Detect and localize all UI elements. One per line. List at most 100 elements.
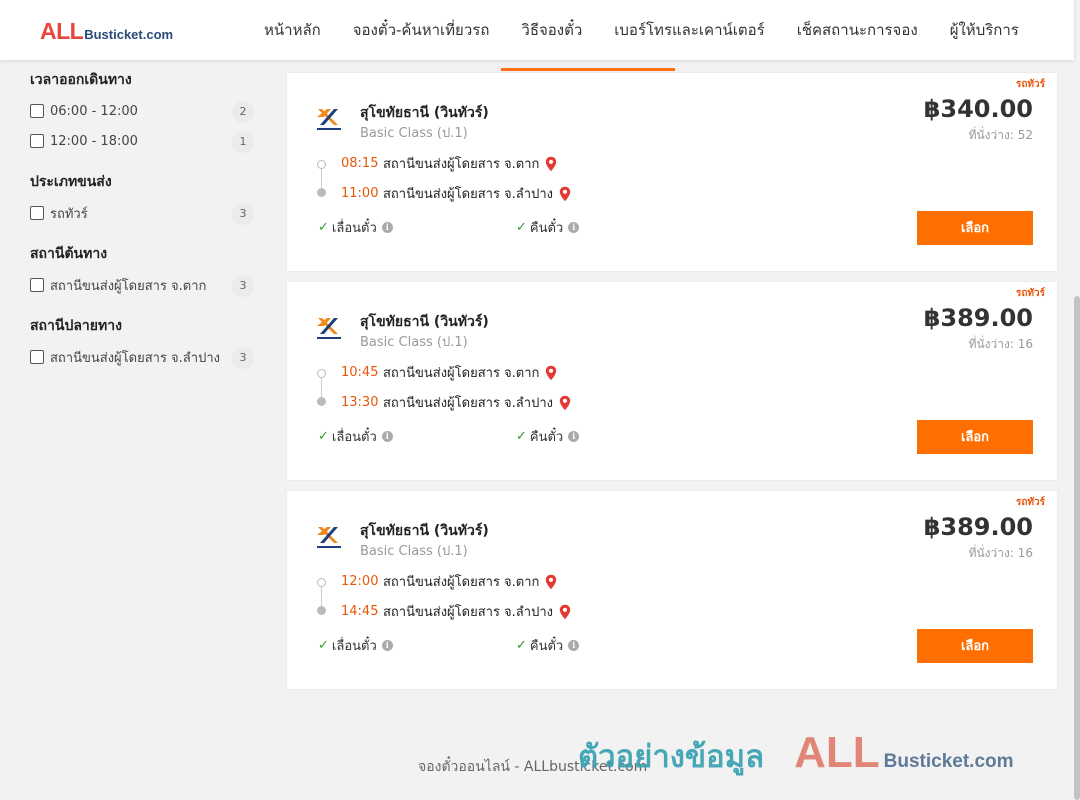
logo-primary: ALL — [40, 18, 84, 44]
arrival-station: สถานีขนส่งผู้โดยสาร จ.ลำปาง — [383, 605, 553, 620]
refund-policy: ✓ คืนตั๋ว i — [516, 426, 580, 447]
map-pin-icon[interactable] — [545, 365, 557, 381]
scrollbar-thumb[interactable] — [1074, 296, 1080, 800]
transport-type-label: รถทัวร์ — [1015, 288, 1045, 299]
filter-departure-time: เวลาออกเดินทาง 06:00 - 12:00 2 12:00 - 1… — [30, 68, 260, 156]
filter-title: สถานีปลายทาง — [30, 318, 122, 334]
info-icon[interactable]: i — [381, 640, 393, 651]
select-trip-button[interactable]: เลือก — [917, 211, 1033, 245]
departure-time: 12:00 — [341, 574, 379, 589]
map-pin-icon[interactable] — [559, 186, 571, 202]
info-icon[interactable]: i — [381, 431, 393, 442]
operator-name: สุโขทัยธานี (วินทัวร์) — [360, 105, 489, 121]
departure-station: สถานีขนส่งผู้โดยสาร จ.ตาก — [383, 157, 540, 172]
filter-origin-station: สถานีต้นทาง สถานีขนส่งผู้โดยสาร จ.ตาก 3 — [30, 242, 260, 300]
departure-dot — [317, 369, 326, 378]
map-pin-icon[interactable] — [545, 156, 557, 172]
refund-label: คืนตั๋ว — [529, 430, 564, 445]
nav-home[interactable]: หน้าหลัก — [248, 0, 337, 60]
checkbox[interactable] — [30, 278, 44, 292]
select-trip-button[interactable]: เลือก — [917, 420, 1033, 454]
count-badge: 3 — [232, 275, 254, 297]
watermark-logo-secondary: Busticket.com — [883, 751, 1014, 772]
refund-label: คืนตั๋ว — [529, 221, 564, 236]
checkbox[interactable] — [30, 350, 44, 364]
filter-option[interactable]: 06:00 - 12:00 2 — [30, 96, 260, 126]
reschedule-label: เลื่อนตั๋ว — [331, 221, 377, 236]
map-pin-icon[interactable] — [559, 395, 571, 411]
map-pin-icon[interactable] — [559, 604, 571, 620]
arrival-dot — [317, 188, 326, 197]
trip-card: รถทัวร์ สุโขทัยธานี (วินทัวร์) Basic Cla… — [286, 72, 1058, 272]
check-icon: ✓ — [318, 220, 329, 235]
departure-stop: 08:15 สถานีขนส่งผู้โดยสาร จ.ตาก — [341, 153, 557, 174]
info-icon[interactable]: i — [568, 431, 580, 442]
trip-list: รถทัวร์ สุโขทัยธานี (วินทัวร์) Basic Cla… — [286, 72, 1058, 699]
trip-card: รถทัวร์ สุโขทัยธานี (วินทัวร์) Basic Cla… — [286, 281, 1058, 481]
checkbox[interactable] — [30, 104, 44, 118]
watermark-text: ตัวอย่างข้อมูล — [578, 739, 765, 775]
reschedule-policy: ✓ เลื่อนตั๋ว i — [318, 635, 393, 656]
checkbox[interactable] — [30, 206, 44, 220]
filter-option-label: สถานีขนส่งผู้โดยสาร จ.ตาก — [50, 278, 207, 294]
main-nav: หน้าหลัก จองตั๋ว-ค้นหาเที่ยวรถ วิธีจองตั… — [248, 0, 1035, 60]
filter-option[interactable]: 12:00 - 18:00 1 — [30, 126, 260, 156]
refund-label: คืนตั๋ว — [529, 639, 564, 654]
arrival-station: สถานีขนส่งผู้โดยสาร จ.ลำปาง — [383, 187, 553, 202]
active-nav-indicator — [501, 68, 675, 71]
checkbox[interactable] — [30, 134, 44, 148]
ticket-price: ฿389.00 — [923, 513, 1033, 541]
watermark-logo-primary: ALL — [794, 728, 880, 777]
ticket-price: ฿340.00 — [923, 95, 1033, 123]
reschedule-label: เลื่อนตั๋ว — [331, 639, 377, 654]
departure-stop: 12:00 สถานีขนส่งผู้โดยสาร จ.ตาก — [341, 571, 557, 592]
refund-policy: ✓ คืนตั๋ว i — [516, 635, 580, 656]
nav-book-search[interactable]: จองตั๋ว-ค้นหาเที่ยวรถ — [337, 0, 506, 60]
info-icon[interactable]: i — [381, 222, 393, 233]
arrival-time: 13:30 — [341, 395, 379, 410]
filter-option[interactable]: สถานีขนส่งผู้โดยสาร จ.ลำปาง 3 — [30, 342, 260, 372]
site-header: ALL Busticket.com หน้าหลัก จองตั๋ว-ค้นหา… — [0, 0, 1074, 60]
filter-option-label: รถทัวร์ — [50, 206, 88, 222]
departure-station: สถานีขนส่งผู้โดยสาร จ.ตาก — [383, 366, 540, 381]
site-logo[interactable]: ALL Busticket.com — [40, 18, 173, 45]
info-icon[interactable]: i — [568, 640, 580, 651]
available-seats: ที่นั่งว่าง: 52 — [968, 128, 1033, 142]
select-trip-button[interactable]: เลือก — [917, 629, 1033, 663]
trip-card: รถทัวร์ สุโขทัยธานี (วินทัวร์) Basic Cla… — [286, 490, 1058, 690]
filter-option[interactable]: สถานีขนส่งผู้โดยสาร จ.ตาก 3 — [30, 270, 260, 300]
filter-title: สถานีต้นทาง — [30, 246, 108, 262]
arrival-time: 11:00 — [341, 186, 379, 201]
operator-logo-icon — [317, 527, 341, 548]
filter-title: เวลาออกเดินทาง — [30, 72, 132, 88]
check-icon: ✓ — [516, 429, 527, 444]
nav-booking-status[interactable]: เช็คสถานะการจอง — [781, 0, 934, 60]
nav-operators[interactable]: ผู้ให้บริการ — [934, 0, 1035, 60]
check-icon: ✓ — [318, 638, 329, 653]
refund-policy: ✓ คืนตั๋ว i — [516, 217, 580, 238]
departure-dot — [317, 578, 326, 587]
arrival-time: 14:45 — [341, 604, 379, 619]
logo-secondary: Busticket.com — [84, 27, 174, 42]
arrival-stop: 13:30 สถานีขนส่งผู้โดยสาร จ.ลำปาง — [341, 392, 571, 413]
filter-title: ประเภทขนส่ง — [30, 174, 112, 190]
transport-type-label: รถทัวร์ — [1015, 497, 1045, 508]
operator-logo-icon — [317, 318, 341, 339]
operator-name: สุโขทัยธานี (วินทัวร์) — [360, 523, 489, 539]
available-seats: ที่นั่งว่าง: 16 — [968, 546, 1033, 560]
bus-class: Basic Class (ป.1) — [360, 126, 468, 141]
arrival-stop: 11:00 สถานีขนส่งผู้โดยสาร จ.ลำปาง — [341, 183, 571, 204]
map-pin-icon[interactable] — [545, 574, 557, 590]
check-icon: ✓ — [516, 638, 527, 653]
sample-data-watermark: ตัวอย่างข้อมูล ALL Busticket.com — [578, 728, 1014, 781]
nav-how-to-book[interactable]: วิธีจองตั๋ว — [505, 0, 598, 60]
filter-option[interactable]: รถทัวร์ 3 — [30, 198, 260, 228]
departure-dot — [317, 160, 326, 169]
departure-stop: 10:45 สถานีขนส่งผู้โดยสาร จ.ตาก — [341, 362, 557, 383]
bus-class: Basic Class (ป.1) — [360, 335, 468, 350]
reschedule-policy: ✓ เลื่อนตั๋ว i — [318, 426, 393, 447]
check-icon: ✓ — [318, 429, 329, 444]
count-badge: 1 — [232, 131, 254, 153]
nav-phone-counters[interactable]: เบอร์โทรและเคาน์เตอร์ — [598, 0, 780, 60]
info-icon[interactable]: i — [568, 222, 580, 233]
